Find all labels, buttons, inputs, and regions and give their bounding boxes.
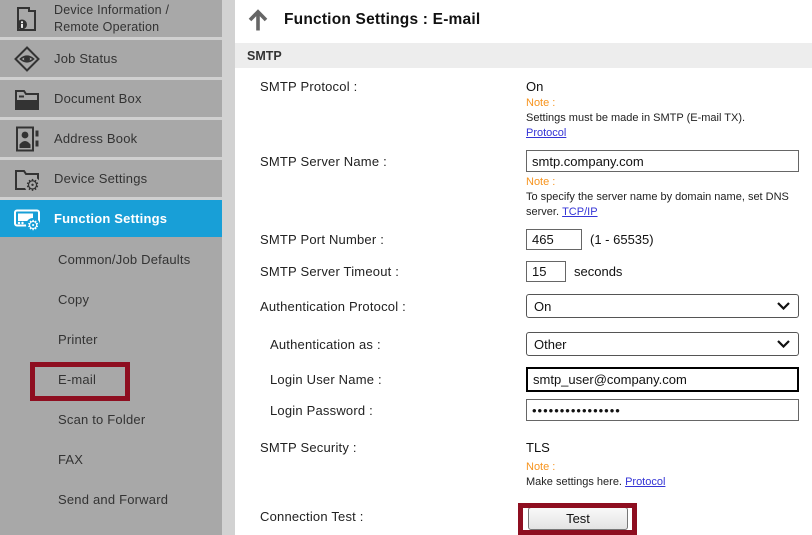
smtp-section-bar: SMTP: [235, 43, 812, 68]
connection-test-label: Connection Test :: [260, 509, 364, 524]
auth-protocol-selected: On: [534, 299, 551, 314]
tcpip-link[interactable]: TCP/IP: [562, 206, 597, 218]
test-button[interactable]: Test: [528, 507, 628, 530]
note2-text-line1: To specify the server name by domain nam…: [526, 191, 789, 203]
sidebar-subitem-copy[interactable]: Copy: [0, 280, 222, 320]
login-password-label: Login Password :: [270, 403, 373, 418]
smtp-security-value: TLS: [526, 440, 550, 455]
chevron-down-icon: [777, 340, 790, 348]
address-book-icon: [12, 124, 42, 154]
sidebar-subitem-printer[interactable]: Printer: [0, 320, 222, 360]
sidebar-item-label: Device Information /Remote Operation: [54, 2, 169, 36]
note1-title: Note :: [526, 97, 555, 109]
sidebar-subitem-fax[interactable]: FAX: [0, 440, 222, 480]
sidebar-item-label: Job Status: [54, 51, 117, 66]
sidebar-subitem-send-and-forward[interactable]: Send and Forward: [0, 480, 222, 520]
page-header: Function Settings : E-mail: [245, 7, 480, 33]
sidebar-item-address-book[interactable]: Address Book: [0, 120, 222, 157]
svg-text:⚙: ⚙: [25, 175, 39, 194]
sidebar-item-device-settings[interactable]: ⚙ Device Settings: [0, 160, 222, 197]
sidebar-subitem-common-job-defaults[interactable]: Common/Job Defaults: [0, 240, 222, 280]
svg-text:⚙: ⚙: [27, 218, 40, 234]
sidebar-item-label: Device Settings: [54, 171, 147, 186]
smtp-port-label: SMTP Port Number :: [260, 232, 384, 247]
smtp-server-name-label: SMTP Server Name :: [260, 154, 387, 169]
note1-text: Settings must be made in SMTP (E-mail TX…: [526, 112, 745, 124]
login-password-input[interactable]: [526, 399, 799, 421]
protocol-link[interactable]: Protocol: [526, 127, 566, 139]
auth-as-selected: Other: [534, 337, 567, 352]
smtp-section-title: SMTP: [247, 49, 282, 63]
note2-title: Note :: [526, 176, 555, 188]
function-settings-icon: ⚙: [12, 204, 42, 234]
note2-text-line2: server. TCP/IP: [526, 206, 598, 218]
login-user-label: Login User Name :: [270, 372, 382, 387]
login-user-input[interactable]: [526, 367, 799, 392]
auth-as-select[interactable]: Other: [526, 332, 799, 356]
sidebar-divider: [222, 0, 235, 535]
sidebar-item-label: Document Box: [54, 91, 142, 106]
chevron-down-icon: [777, 302, 790, 310]
document-box-icon: [12, 84, 42, 114]
function-settings-submenu: Common/Job Defaults Copy Printer E-mail …: [0, 237, 222, 535]
auth-protocol-label: Authentication Protocol :: [260, 299, 406, 314]
note3-text: Make settings here. Protocol: [526, 476, 665, 488]
smtp-port-range: (1 - 65535): [590, 232, 654, 247]
sidebar-subitem-scan-to-folder[interactable]: Scan to Folder: [0, 400, 222, 440]
device-settings-icon: ⚙: [12, 164, 42, 194]
sidebar-item-job-status[interactable]: Job Status: [0, 40, 222, 77]
smtp-protocol-value: On: [526, 79, 543, 94]
smtp-port-input[interactable]: [526, 229, 582, 250]
sidebar-subitem-email[interactable]: E-mail: [0, 360, 222, 400]
up-arrow-icon[interactable]: [245, 7, 271, 33]
note3-title: Note :: [526, 461, 555, 473]
main-content: Function Settings : E-mail SMTP SMTP Pro…: [235, 0, 812, 535]
device-info-icon: [12, 4, 42, 34]
auth-protocol-select[interactable]: On: [526, 294, 799, 318]
sidebar-item-label: Function Settings: [54, 211, 167, 226]
auth-as-label: Authentication as :: [270, 337, 381, 352]
smtp-timeout-unit: seconds: [574, 264, 622, 279]
sidebar-item-label: Address Book: [54, 131, 137, 146]
smtp-timeout-label: SMTP Server Timeout :: [260, 264, 399, 279]
smtp-timeout-input[interactable]: [526, 261, 566, 282]
sidebar: Device Information /Remote Operation Job…: [0, 0, 222, 535]
job-status-icon: [12, 44, 42, 74]
smtp-security-label: SMTP Security :: [260, 440, 357, 455]
sidebar-item-document-box[interactable]: Document Box: [0, 80, 222, 117]
sidebar-item-function-settings[interactable]: ⚙ Function Settings: [0, 200, 222, 237]
smtp-protocol-label: SMTP Protocol :: [260, 79, 357, 94]
smtp-server-name-input[interactable]: [526, 150, 799, 172]
page-title: Function Settings : E-mail: [284, 11, 480, 29]
protocol-link-2[interactable]: Protocol: [625, 476, 665, 488]
sidebar-item-device-information[interactable]: Device Information /Remote Operation: [0, 0, 222, 37]
